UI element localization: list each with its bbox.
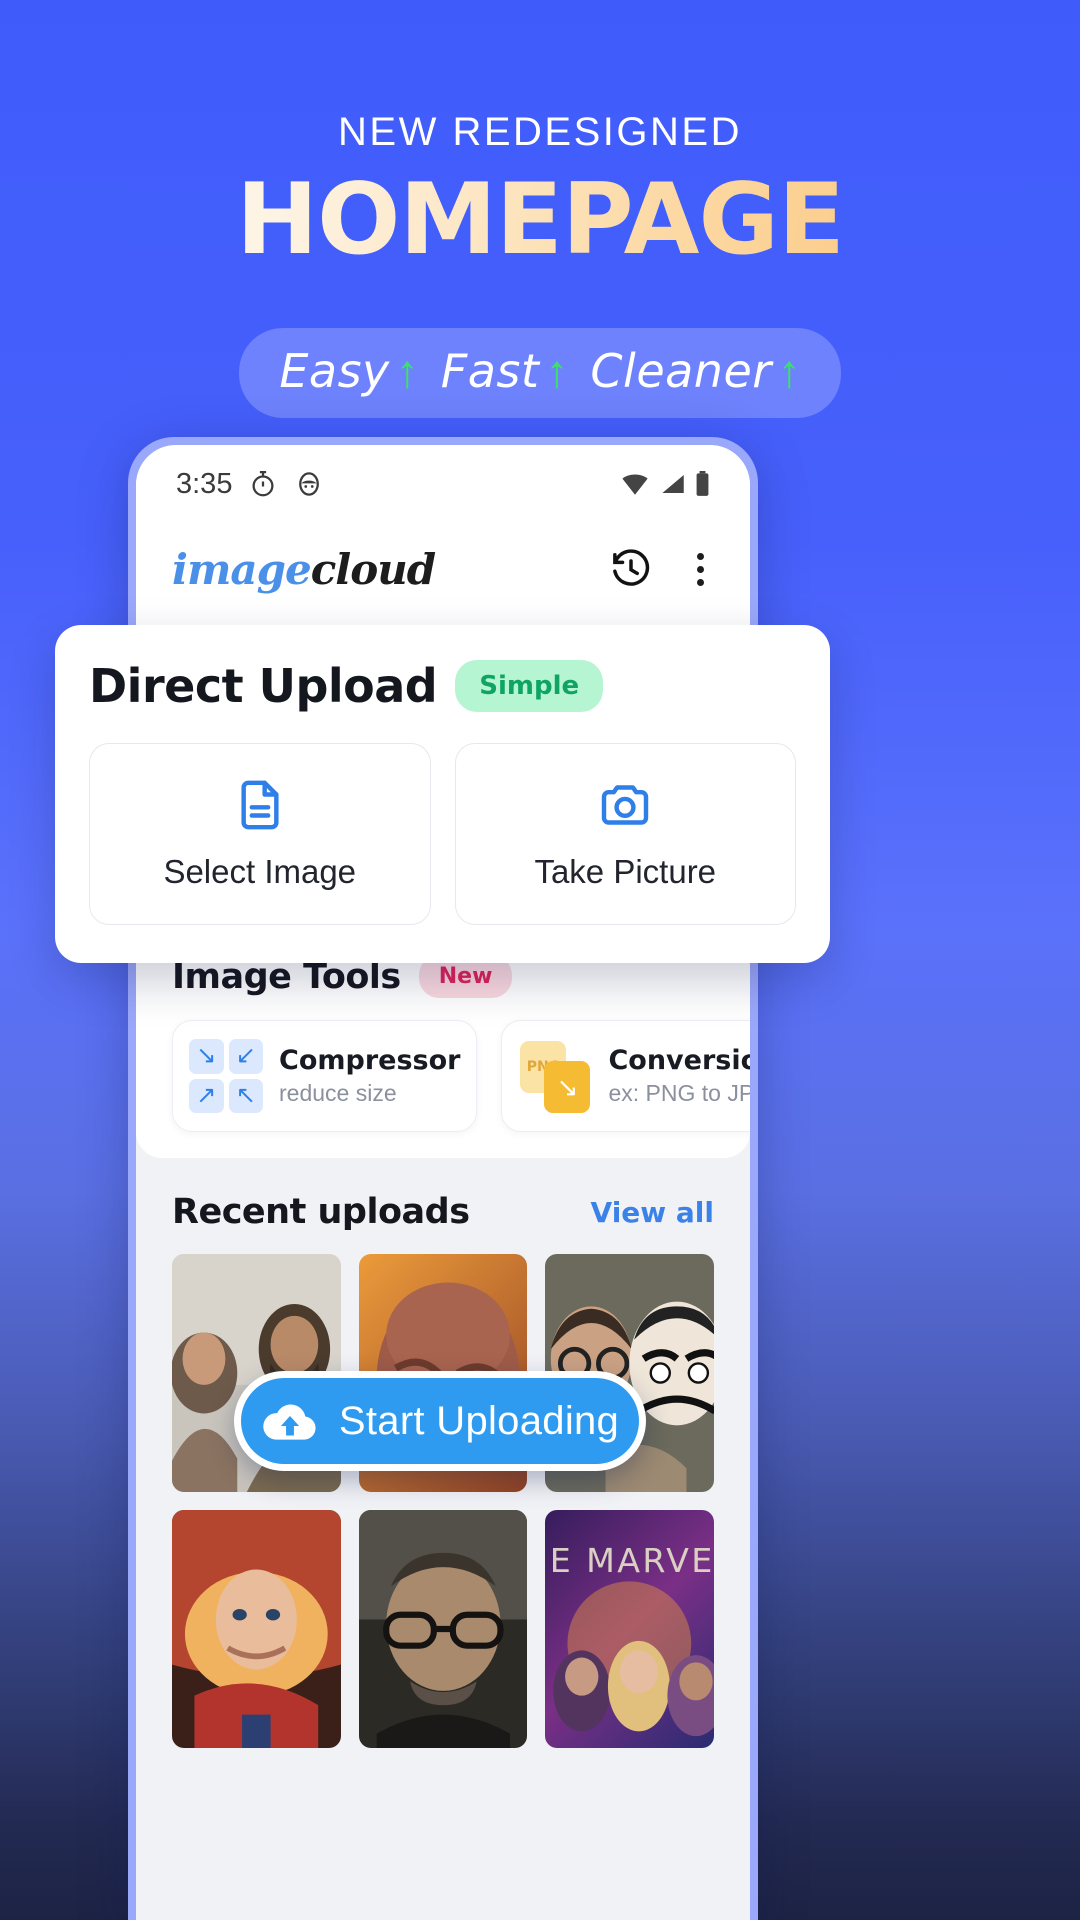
hero-section: NEW REDESIGNED HOMEPAGE Easy ↑ Fast ↑ Cl… — [0, 0, 1080, 418]
take-picture-label: Take Picture — [534, 853, 717, 890]
app-logo[interactable]: imagecloud — [172, 544, 436, 594]
app-bar-actions — [609, 547, 714, 591]
direct-upload-buttons: Select Image Take Picture — [89, 743, 796, 925]
app-bar: imagecloud — [136, 523, 750, 615]
face-icon — [299, 472, 320, 496]
tool-title: Compressor — [279, 1045, 461, 1076]
pill-word-easy: Easy — [279, 343, 390, 398]
recent-uploads-header: Recent uploads View all — [172, 1192, 714, 1232]
feature-pill: Easy ↑ Fast ↑ Cleaner ↑ — [239, 327, 841, 418]
signal-icon — [662, 475, 684, 493]
poster-caption: THE MARVELS — [545, 1541, 714, 1580]
stopwatch-icon — [252, 471, 274, 497]
battery-icon — [696, 471, 709, 496]
tool-card-text: Conversion ex: PNG to JPG — [608, 1045, 750, 1107]
direct-upload-card: Direct Upload Simple Select Image Take P… — [55, 625, 830, 963]
tool-subtitle: reduce size — [279, 1080, 397, 1106]
pill-word-fast: Fast — [440, 343, 540, 398]
camera-icon — [602, 785, 649, 825]
hero-kicker: NEW REDESIGNED — [338, 110, 742, 154]
start-uploading-label: Start Uploading — [338, 1398, 620, 1443]
cloud-upload-icon — [263, 1404, 316, 1440]
up-arrow-icon: ↑ — [395, 344, 419, 397]
png-convert-icon: PNG ↘ — [518, 1039, 592, 1113]
direct-upload-title: Direct Upload — [89, 659, 438, 713]
recent-uploads-title: Recent uploads — [172, 1192, 470, 1232]
recent-uploads-grid: THE MARVELS — [172, 1254, 714, 1748]
thumbnail-poster-captain-marvel[interactable] — [172, 1510, 341, 1748]
up-arrow-icon: ↑ — [777, 344, 801, 397]
pill-word-cleaner: Cleaner — [590, 343, 772, 398]
status-bar: 3:35 — [136, 445, 750, 523]
direct-upload-header: Direct Upload Simple — [89, 659, 796, 713]
thumbnail-poster-breaking-bad[interactable] — [358, 1510, 528, 1748]
tool-title: Conversion — [608, 1045, 750, 1076]
status-time: 3:35 — [176, 467, 233, 500]
logo-text-image: image — [172, 544, 312, 594]
history-icon[interactable] — [609, 547, 653, 591]
image-tools-row: ↘ ↙ ↗ ↖ Compressor reduce size PNG ↘ Conver… — [136, 998, 750, 1132]
logo-text-cloud: cloud — [310, 544, 436, 594]
overflow-menu-icon[interactable] — [687, 549, 714, 590]
wifi-icon — [622, 474, 648, 495]
tool-subtitle: ex: PNG to JPG — [608, 1080, 750, 1106]
document-icon — [241, 780, 279, 830]
start-uploading-button[interactable]: Start Uploading — [234, 1371, 646, 1471]
select-image-button[interactable]: Select Image — [89, 743, 431, 925]
up-arrow-icon: ↑ — [545, 344, 569, 397]
tool-card-conversion[interactable]: PNG ↘ Conversion ex: PNG to JPG — [501, 1020, 750, 1132]
tool-card-compressor[interactable]: ↘ ↙ ↗ ↖ Compressor reduce size — [172, 1020, 478, 1132]
view-all-link[interactable]: View all — [591, 1196, 714, 1229]
take-picture-button[interactable]: Take Picture — [454, 743, 796, 925]
select-image-label: Select Image — [163, 853, 357, 890]
hero-title: HOMEPAGE — [0, 169, 1080, 272]
status-bar-right — [620, 471, 710, 497]
tool-card-text: Compressor reduce size — [279, 1045, 460, 1107]
status-bar-left: 3:35 — [176, 468, 324, 501]
hero-pill-wrap: Easy ↑ Fast ↑ Cleaner ↑ — [0, 327, 1080, 418]
thumbnail-poster-the-marvels[interactable]: THE MARVELS — [545, 1510, 714, 1748]
png-chip-arrow: ↘ — [544, 1061, 591, 1113]
compress-arrows-icon: ↘ ↙ ↗ ↖ — [189, 1039, 263, 1113]
status-badge-simple: Simple — [455, 660, 604, 712]
